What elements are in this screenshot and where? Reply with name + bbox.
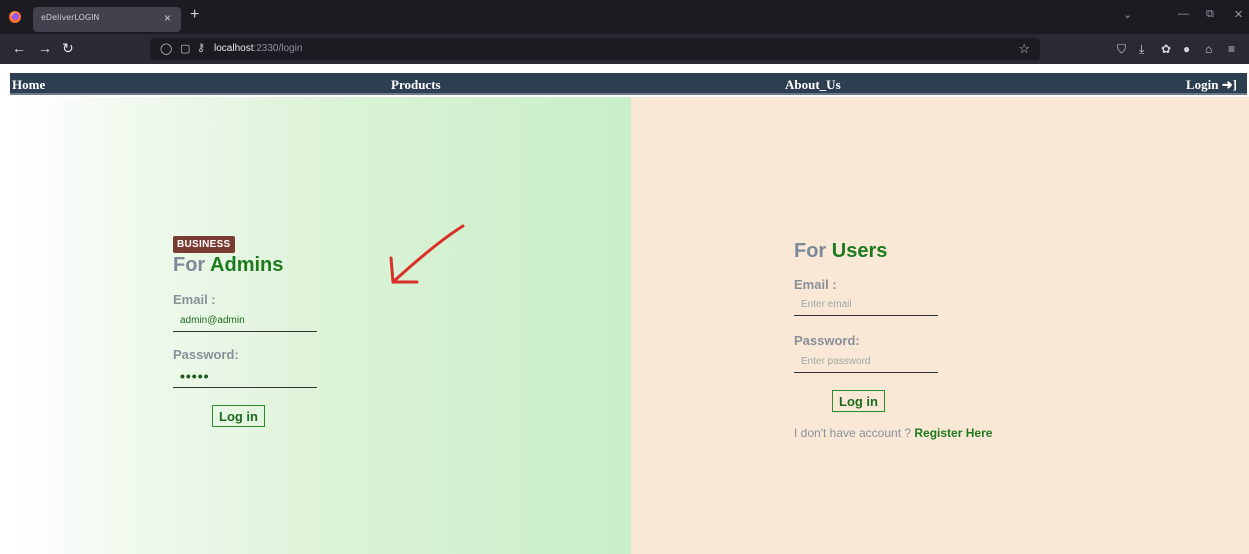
firefox-logo-icon[interactable] — [8, 10, 22, 24]
admin-login-panel — [10, 97, 631, 554]
admin-email-input[interactable] — [173, 310, 317, 332]
browser-nav-bar: ← → ↻ ◯ ▢ ⚷ localhost:2330/login ☆ ⛉ ⤓ ✿… — [0, 34, 1249, 64]
extension-icon[interactable]: ✿ — [1161, 42, 1171, 56]
close-window-icon[interactable]: ✕ — [1234, 8, 1243, 21]
url-text[interactable]: localhost:2330/login — [214, 43, 302, 54]
user-email-input[interactable] — [794, 294, 938, 316]
minimize-icon[interactable]: — — [1178, 8, 1189, 20]
user-password-label: Password: — [794, 333, 860, 348]
user-login-button[interactable]: Log in — [832, 390, 885, 412]
admin-password-label: Password: — [173, 347, 239, 362]
admin-email-label: Email : — [173, 292, 216, 307]
business-badge: BUSINESS — [173, 236, 235, 253]
key-icon[interactable]: ⚷ — [197, 41, 205, 54]
admin-password-input[interactable]: ••••• — [173, 366, 317, 388]
downloads-icon[interactable]: ⤓ — [1139, 42, 1144, 57]
user-password-input[interactable] — [794, 351, 938, 373]
restore-icon[interactable]: ⧉ — [1206, 8, 1214, 21]
pocket-icon[interactable]: ⛉ — [1117, 42, 1126, 57]
bookmark-star-icon[interactable]: ☆ — [1018, 41, 1030, 57]
browser-tab-active[interactable]: eDeliverLOGIN × — [33, 7, 181, 32]
nav-products-link[interactable]: Products — [391, 77, 441, 93]
tab-close-icon[interactable]: × — [164, 11, 171, 25]
back-icon[interactable]: ← — [12, 40, 26, 56]
user-email-label: Email : — [794, 277, 837, 292]
new-tab-icon[interactable]: + — [190, 6, 199, 24]
reload-icon[interactable]: ↻ — [62, 40, 74, 57]
tracking-shield-icon[interactable]: ◯ — [160, 42, 172, 55]
admin-login-button[interactable]: Log in — [212, 405, 265, 427]
browser-tab-bar: eDeliverLOGIN × + ⌄ — ⧉ ✕ — [0, 0, 1249, 34]
login-arrow-icon: ➜] — [1221, 77, 1237, 92]
user-title: For Users — [794, 240, 888, 262]
nav-login-link[interactable]: Login ➜] — [1186, 77, 1237, 93]
list-all-tabs-icon[interactable]: ⌄ — [1123, 8, 1132, 21]
site-navbar: Home Products About_Us Login ➜] — [10, 73, 1247, 95]
register-link[interactable]: Register Here — [914, 426, 992, 440]
nav-home-link[interactable]: Home — [12, 77, 45, 93]
extensions-puzzle-icon[interactable]: ⌂ — [1205, 42, 1212, 56]
tab-title: eDeliverLOGIN — [41, 13, 100, 22]
url-bar[interactable]: ◯ ▢ ⚷ localhost:2330/login ☆ — [150, 38, 1040, 60]
menu-icon[interactable]: ≡ — [1228, 42, 1235, 56]
annotation-arrow-icon — [389, 224, 465, 284]
register-prompt: I don't have account ? Register Here — [794, 426, 993, 440]
account-icon[interactable]: ● — [1183, 42, 1190, 56]
forward-icon[interactable]: → — [38, 40, 52, 56]
admin-title: For Admins — [173, 254, 284, 276]
user-login-panel — [631, 97, 1249, 554]
page-info-icon[interactable]: ▢ — [180, 42, 190, 55]
nav-about-link[interactable]: About_Us — [785, 77, 841, 93]
